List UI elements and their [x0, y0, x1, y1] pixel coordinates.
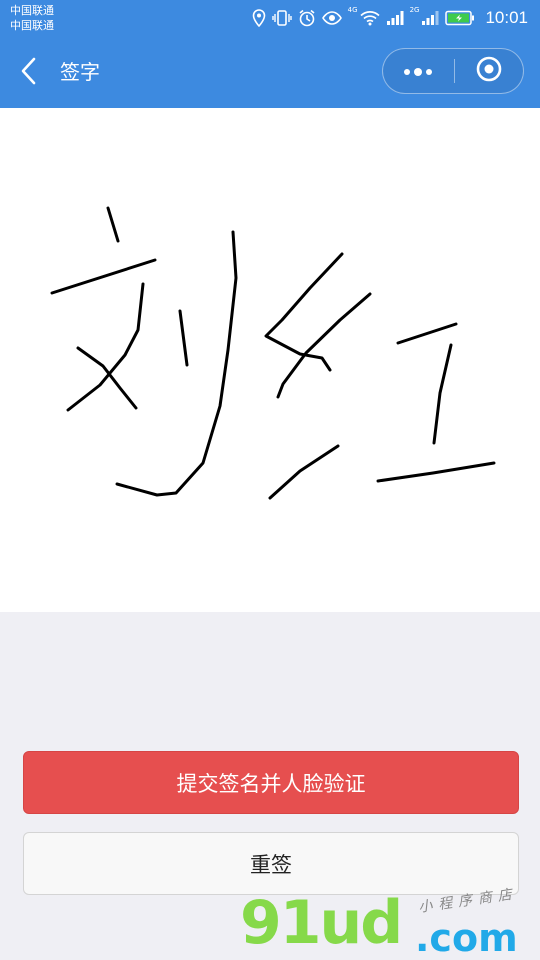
- signal-icon: [386, 10, 404, 26]
- back-button[interactable]: [12, 56, 46, 90]
- close-mini-program-button[interactable]: [455, 49, 523, 93]
- wifi-icon: [359, 10, 380, 26]
- clock: 10:01: [485, 8, 528, 27]
- watermark-main: 91ud: [240, 888, 403, 958]
- watermark-logo: 91ud 小程序商店 .com: [240, 886, 540, 960]
- page-title: 签字: [60, 60, 100, 84]
- reset-signature-button[interactable]: 重签: [23, 832, 519, 895]
- reset-signature-label: 重签: [250, 852, 292, 877]
- submit-signature-button[interactable]: 提交签名并人脸验证: [23, 751, 519, 814]
- target-circle-icon: [475, 55, 503, 87]
- carrier-2: 中国联通: [10, 19, 54, 32]
- mini-program-capsule: [382, 48, 524, 94]
- more-button[interactable]: [383, 49, 453, 93]
- nav-bar: 签字: [0, 36, 540, 108]
- submit-signature-label: 提交签名并人脸验证: [176, 771, 366, 796]
- watermark-tagline: 小程序商店: [417, 886, 519, 916]
- network-type-2: 2G: [409, 6, 420, 14]
- battery-icon: [445, 10, 475, 26]
- carrier-info: 中国联通 中国联通: [10, 3, 54, 33]
- watermark-suffix: .com: [415, 916, 518, 960]
- eye-icon: [321, 10, 342, 26]
- status-icons: 4G 2G 10:01: [252, 0, 528, 36]
- alarm-icon: [298, 9, 316, 27]
- carrier-1: 中国联通: [10, 4, 54, 17]
- status-bar: 中国联通 中国联通 4G 2G 10:01: [0, 0, 540, 36]
- signal-icon-2: [421, 10, 439, 26]
- network-type-1: 4G: [347, 6, 358, 14]
- vibrate-icon: [271, 9, 292, 27]
- location-icon: [252, 9, 266, 27]
- more-dots-icon: [402, 62, 434, 81]
- signature-canvas[interactable]: [0, 108, 540, 612]
- signature-strokes: [50, 206, 496, 500]
- chevron-left-icon: [20, 57, 38, 89]
